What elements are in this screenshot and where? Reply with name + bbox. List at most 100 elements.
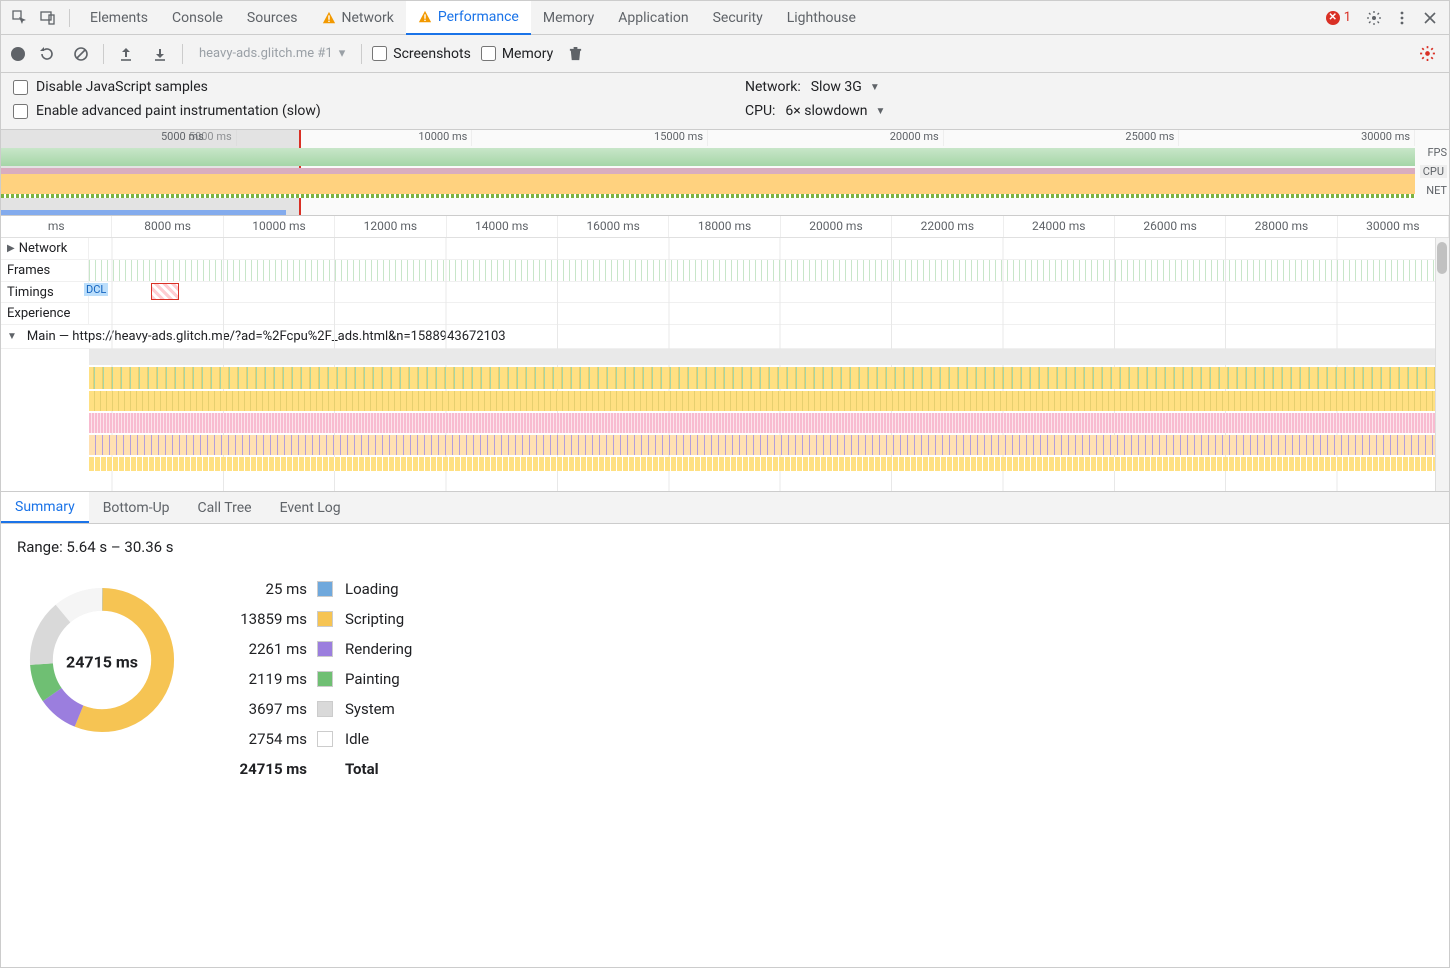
cpu-band-label: CPU <box>1420 165 1447 178</box>
main-track[interactable] <box>1 349 1449 479</box>
reload-icon[interactable] <box>35 42 59 66</box>
network-select[interactable]: Slow 3G ▼ <box>811 79 880 95</box>
tab-application[interactable]: Application <box>606 1 700 35</box>
donut-center-value: 24715 ms <box>66 653 138 672</box>
error-count-value: 1 <box>1344 10 1351 25</box>
tab-console[interactable]: Console <box>160 1 235 35</box>
close-icon[interactable] <box>1417 5 1443 31</box>
error-count[interactable]: ✕ 1 <box>1326 10 1351 25</box>
legend-swatch <box>317 671 333 687</box>
tab-label: Network <box>342 10 394 26</box>
legend-ms: 3697 ms <box>227 700 307 718</box>
legend-label: Rendering <box>345 640 412 658</box>
tab-memory[interactable]: Memory <box>531 1 606 35</box>
tab-sources[interactable]: Sources <box>235 1 310 35</box>
legend-label: Scripting <box>345 610 412 628</box>
tab-label: Performance <box>438 9 519 25</box>
timeline-tick: 14000 ms <box>447 216 558 237</box>
legend-swatch <box>317 641 333 657</box>
disable-js-checkbox[interactable]: Disable JavaScript samples <box>13 79 705 95</box>
trash-icon[interactable] <box>563 42 587 66</box>
screenshots-label: Screenshots <box>393 46 471 62</box>
legend-swatch <box>317 581 333 597</box>
download-icon[interactable] <box>148 42 172 66</box>
net-label: NET <box>1426 184 1447 197</box>
profile-select[interactable]: heavy-ads.glitch.me #1 ▾ <box>193 44 351 63</box>
fps-band <box>1 148 1415 166</box>
network-label: Network: <box>745 79 801 95</box>
tab-performance[interactable]: Performance <box>406 1 531 35</box>
clear-icon[interactable] <box>69 42 93 66</box>
timeline-tick: 10000 ms <box>224 216 335 237</box>
timeline-tick: 18000 ms <box>669 216 780 237</box>
timeline-tick: 8000 ms <box>112 216 223 237</box>
tab-label: Security <box>713 10 763 26</box>
tab-label: Console <box>172 10 223 26</box>
screenshots-checkbox[interactable]: Screenshots <box>372 46 471 62</box>
chevron-down-icon[interactable]: ▼ <box>7 331 17 342</box>
tab-security[interactable]: Security <box>701 1 775 35</box>
main-track-header[interactable]: ▼ Main — https://heavy-ads.glitch.me/?ad… <box>1 325 1449 349</box>
tab-elements[interactable]: Elements <box>78 1 160 35</box>
timings-track-label: Timings <box>7 285 54 300</box>
error-icon: ✕ <box>1326 11 1340 25</box>
details-tab-call-tree[interactable]: Call Tree <box>184 492 266 523</box>
profile-select-value: heavy-ads.glitch.me #1 <box>199 46 333 61</box>
timeline-tick: 20000 ms <box>781 216 892 237</box>
range-text: Range: 5.64 s – 30.36 s <box>17 538 1433 556</box>
chevron-right-icon[interactable]: ▶ <box>7 243 15 254</box>
timeline-tick: 28000 ms <box>1226 216 1337 237</box>
legend-total-label: Total <box>345 760 412 778</box>
capture-options: Disable JavaScript samples Network: Slow… <box>1 73 1449 130</box>
timeline-tick: 12000 ms <box>335 216 446 237</box>
timeline-tick: 16000 ms <box>558 216 669 237</box>
net-band <box>1 194 1415 198</box>
capture-settings-icon[interactable] <box>1415 42 1439 66</box>
cpu-select[interactable]: 6× slowdown ▼ <box>785 103 885 119</box>
screenshots-input[interactable] <box>372 46 387 61</box>
memory-input[interactable] <box>481 46 496 61</box>
overview-tick: 15000 ms <box>472 130 708 146</box>
experience-track[interactable]: Experience <box>1 303 1449 325</box>
disable-js-input[interactable] <box>13 80 28 95</box>
devtools-tabbar: Elements Console Sources Network Performance… <box>1 1 1449 35</box>
device-toggle-icon[interactable] <box>35 5 61 31</box>
lcp-marker[interactable] <box>151 283 179 300</box>
details-tab-event-log[interactable]: Event Log <box>266 492 355 523</box>
timings-track[interactable]: Timings DCL <box>1 282 1449 303</box>
record-button[interactable] <box>11 47 25 61</box>
tab-label: Sources <box>247 10 298 26</box>
heap-band <box>1 210 286 215</box>
chevron-down-icon: ▼ <box>870 82 880 93</box>
more-icon[interactable] <box>1389 5 1415 31</box>
dcl-marker[interactable]: DCL <box>84 283 108 296</box>
experience-track-label: Experience <box>7 306 70 321</box>
tab-network[interactable]: Network <box>310 1 406 35</box>
inspect-icon[interactable] <box>7 5 33 31</box>
enable-paint-label: Enable advanced paint instrumentation (s… <box>36 103 321 119</box>
enable-paint-input[interactable] <box>13 104 28 119</box>
chevron-down-icon: ▾ <box>339 46 346 61</box>
enable-paint-checkbox[interactable]: Enable advanced paint instrumentation (s… <box>13 103 705 119</box>
main-url: https://heavy-ads.glitch.me/?ad=%2Fcpu%2… <box>72 329 505 344</box>
details-tab-bottom-up[interactable]: Bottom-Up <box>89 492 184 523</box>
disable-js-label: Disable JavaScript samples <box>36 79 208 95</box>
network-track[interactable]: ▶Network <box>1 238 1449 260</box>
vertical-scrollbar[interactable] <box>1435 238 1449 491</box>
timeline-tick: 30000 ms <box>1338 216 1449 237</box>
legend-ms: 25 ms <box>227 580 307 598</box>
details-tab-summary[interactable]: Summary <box>1 492 89 523</box>
legend-swatch <box>317 731 333 747</box>
scrollbar-thumb[interactable] <box>1437 242 1447 274</box>
overview-minimap[interactable]: 5000 ms10000 ms15000 ms20000 ms25000 ms3… <box>1 130 1449 216</box>
upload-icon[interactable] <box>114 42 138 66</box>
flamechart-area[interactable]: ▶Network Frames Timings DCL Experience ▼… <box>1 238 1449 492</box>
legend-label: Idle <box>345 730 412 748</box>
tab-lighthouse[interactable]: Lighthouse <box>775 1 868 35</box>
cpu-band <box>1 168 1415 194</box>
summary-legend: 25 msLoading13859 msScripting2261 msRend… <box>227 580 412 778</box>
settings-icon[interactable] <box>1361 5 1387 31</box>
memory-checkbox[interactable]: Memory <box>481 46 553 62</box>
timeline-ruler[interactable]: ms8000 ms10000 ms12000 ms14000 ms16000 m… <box>1 216 1449 238</box>
frames-track[interactable]: Frames <box>1 260 1449 282</box>
